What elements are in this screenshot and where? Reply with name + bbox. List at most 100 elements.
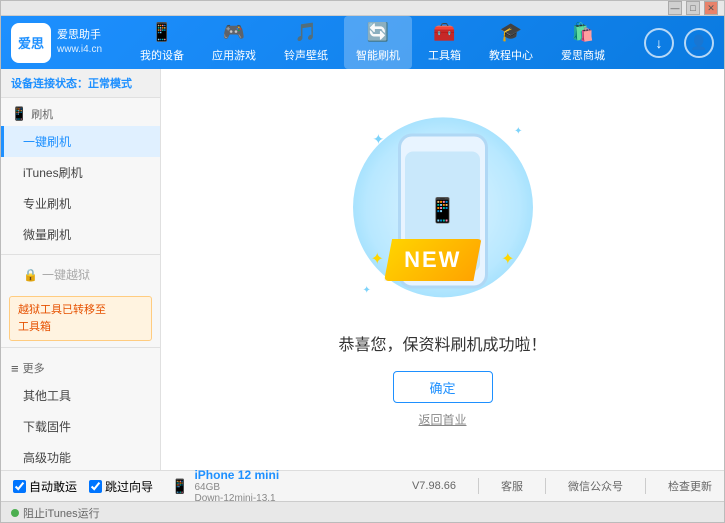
device-info: 📱 iPhone 12 mini 64GB Down-12mini-13.1	[171, 468, 279, 504]
apps-games-icon: 🎮	[223, 22, 245, 43]
logo-area: 爱思 爱思助手 www.i4.cn	[11, 23, 111, 63]
content-area: 📱 NEW ✦ ✦ ✦ ✦ ✦ 恭喜您，保资料刷机成功啦！ 确定 返回首业	[161, 69, 724, 470]
main-body: 设备连接状态：正常模式 📱 刷机 一键刷机 iTunes刷机 专业刷机 微量刷机	[1, 69, 724, 470]
auto-launch-input[interactable]	[13, 480, 26, 493]
nav-tutorial-label: 教程中心	[489, 47, 533, 63]
status-dot	[11, 509, 19, 517]
sidebar-item-download-firmware[interactable]: 下载固件	[1, 411, 160, 442]
micro-flash-label: 微量刷机	[23, 228, 71, 242]
nav-smart-flash[interactable]: 🔄 智能刷机	[344, 16, 412, 69]
customer-service-link[interactable]: 客服	[501, 478, 523, 494]
footer-area: 自动敢运 跳过向导 📱 iPhone 12 mini 64GB Down-12m…	[1, 470, 724, 523]
confirm-button[interactable]: 确定	[393, 371, 493, 403]
maximize-button[interactable]: □	[686, 1, 700, 15]
jailbreak-section-label: 🔒 一键越狱	[1, 259, 160, 290]
nav-smart-flash-label: 智能刷机	[356, 47, 400, 63]
version-text: V7.98.66	[412, 480, 456, 492]
nav-toolbox-label: 工具箱	[428, 47, 461, 63]
wechat-link[interactable]: 微信公众号	[568, 478, 623, 494]
advanced-label: 高级功能	[23, 451, 71, 465]
flash-section-label: 📱 刷机	[1, 98, 160, 126]
illustration: 📱 NEW ✦ ✦ ✦ ✦ ✦	[343, 111, 543, 311]
logo-icon: 爱思	[11, 23, 51, 63]
nav-apps-label: 应用游戏	[212, 47, 256, 63]
lock-icon: 🔒	[23, 268, 38, 282]
status-label: 设备连接状态：	[11, 78, 88, 90]
warning-box: 越狱工具已转移至工具箱	[9, 296, 152, 341]
more-section-label: ≡ 更多	[1, 352, 160, 380]
jailbreak-label: 一键越狱	[42, 266, 90, 283]
back-link[interactable]: 返回首业	[418, 411, 466, 428]
nav-apps-games[interactable]: 🎮 应用游戏	[200, 16, 268, 69]
more-icon: ≡	[11, 361, 19, 376]
sidebar-item-itunes-flash[interactable]: iTunes刷机	[1, 157, 160, 188]
sidebar-item-micro-flash[interactable]: 微量刷机	[1, 219, 160, 250]
more-label: 更多	[23, 360, 45, 376]
flash-label: 刷机	[31, 106, 53, 122]
sidebar-item-one-click-flash[interactable]: 一键刷机	[1, 126, 160, 157]
minimize-button[interactable]: —	[668, 1, 682, 15]
close-button[interactable]: ✕	[704, 1, 718, 15]
device-storage: 64GB	[194, 482, 279, 493]
device-details: iPhone 12 mini 64GB Down-12mini-13.1	[194, 468, 279, 504]
title-bar-controls: — □ ✕	[668, 1, 718, 15]
sidebar-item-other-tools[interactable]: 其他工具	[1, 380, 160, 411]
nav-shop-label: 爱思商城	[561, 47, 605, 63]
my-device-icon: 📱	[151, 22, 173, 43]
bottom-bar: 阻止iTunes运行	[1, 501, 724, 523]
sidebar: 设备连接状态：正常模式 📱 刷机 一键刷机 iTunes刷机 专业刷机 微量刷机	[1, 69, 161, 470]
sidebar-divider-1	[1, 254, 160, 255]
nav-tutorial[interactable]: 🎓 教程中心	[477, 16, 545, 69]
new-star-right: ✦	[501, 249, 514, 269]
sidebar-item-advanced[interactable]: 高级功能	[1, 442, 160, 470]
download-button[interactable]: ↓	[644, 28, 674, 58]
sparkle-top-left: ✦	[373, 131, 385, 148]
app-frame: — □ ✕ 爱思 爱思助手 www.i4.cn 📱 我的设备 🎮 应用游戏	[0, 0, 725, 523]
sparkle-bottom-left: ✦	[363, 285, 371, 296]
skip-wizard-input[interactable]	[89, 480, 102, 493]
one-click-flash-label: 一键刷机	[23, 135, 71, 149]
nav-shop[interactable]: 🛍️ 爱思商城	[549, 16, 617, 69]
auto-launch-checkbox[interactable]: 自动敢运	[13, 478, 77, 495]
flash-section-icon: 📱	[11, 106, 27, 122]
pro-flash-label: 专业刷机	[23, 197, 71, 211]
status-value: 正常模式	[88, 78, 132, 90]
title-bar: — □ ✕	[1, 1, 724, 16]
nav-ringtone-label: 铃声壁纸	[284, 47, 328, 63]
nav-ringtone[interactable]: 🎵 铃声壁纸	[272, 16, 340, 69]
nav-right-buttons: ↓ 👤	[644, 28, 714, 58]
footer-row-checkboxes: 自动敢运 跳过向导 📱 iPhone 12 mini 64GB Down-12m…	[1, 471, 724, 501]
check-update-link[interactable]: 检查更新	[668, 478, 712, 494]
tutorial-icon: 🎓	[500, 22, 522, 43]
success-message: 恭喜您，保资料刷机成功啦！	[338, 331, 546, 355]
footer-divider-v1	[478, 478, 479, 494]
itunes-flash-label: iTunes刷机	[23, 166, 83, 180]
sidebar-item-pro-flash[interactable]: 专业刷机	[1, 188, 160, 219]
new-badge-text: NEW	[404, 247, 461, 272]
itunes-status-label: 阻止iTunes运行	[23, 505, 100, 521]
footer-divider-v3	[645, 478, 646, 494]
new-banner: NEW	[384, 239, 481, 281]
phone-device-icon: 📱	[171, 478, 188, 495]
ringtone-icon: 🎵	[295, 22, 317, 43]
logo-text: 爱思助手 www.i4.cn	[57, 28, 102, 57]
account-button[interactable]: 👤	[684, 28, 714, 58]
new-star-left: ✦	[371, 249, 384, 269]
smart-flash-icon: 🔄	[367, 22, 389, 43]
skip-wizard-checkbox[interactable]: 跳过向导	[89, 478, 153, 495]
footer-divider-v2	[545, 478, 546, 494]
status-bar: 设备连接状态：正常模式	[1, 69, 160, 98]
other-tools-label: 其他工具	[23, 389, 71, 403]
skip-wizard-label: 跳过向导	[105, 478, 153, 495]
logo-line1: 爱思助手	[57, 28, 102, 43]
nav-my-device[interactable]: 📱 我的设备	[128, 16, 196, 69]
shop-icon: 🛍️	[572, 22, 594, 43]
sidebar-divider-2	[1, 347, 160, 348]
download-firmware-label: 下载固件	[23, 420, 71, 434]
nav-toolbox[interactable]: 🧰 工具箱	[416, 16, 473, 69]
device-name: iPhone 12 mini	[194, 468, 279, 482]
sparkle-top-right: ✦	[514, 126, 522, 137]
header: 爱思 爱思助手 www.i4.cn 📱 我的设备 🎮 应用游戏 🎵 铃声壁纸 🔄	[1, 16, 724, 69]
toolbox-icon: 🧰	[433, 22, 455, 43]
itunes-status: 阻止iTunes运行	[11, 505, 100, 521]
